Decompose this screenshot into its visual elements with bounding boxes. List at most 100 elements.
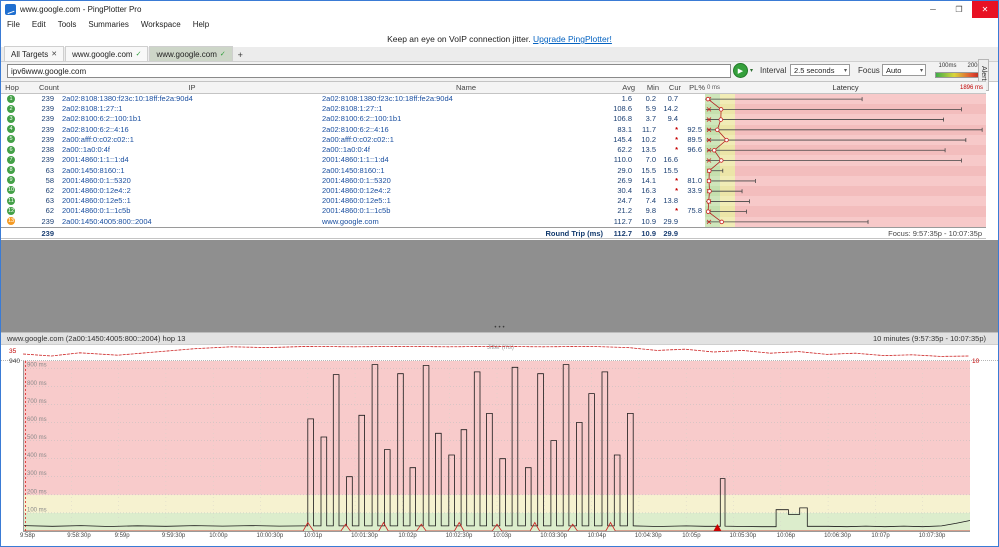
hop-status-icon: 5 (7, 135, 15, 144)
count-cell: 58 (45, 175, 54, 185)
menu-tools[interactable]: Tools (52, 20, 83, 29)
time-axis-labels: 9:58p 9:58:30p 9:59p 9:59:30p 10:00p 10:00:30… (1, 533, 998, 543)
tab-www-google-com-1[interactable]: www.google.com ✓ (65, 46, 149, 61)
name-cell: 2a00::1a0:0:4f (322, 145, 370, 155)
timeline-header: www.google.com (2a00:1450:4005:800::2004… (1, 332, 998, 345)
tab-status-icon: ✓ (135, 51, 142, 58)
legend-low-label: 100ms (938, 63, 957, 69)
ip-cell: 2001:4860:1:1::1:d4 (62, 155, 129, 165)
avg-cell: 62.2 (617, 145, 632, 155)
target-input[interactable] (7, 64, 731, 78)
latency-axis-max: 940 (9, 358, 20, 365)
hop-cell: 11 (1, 196, 23, 206)
name-cell: 2a02:8100:6:2::100:1b1 (322, 114, 402, 124)
focus-label: Focus (858, 66, 880, 75)
avg-cell: 108.6 (613, 104, 632, 114)
pingplotter-window: www.google.com - PingPlotter Pro ─ ❐ ✕ F… (0, 0, 999, 547)
avg-cell: 83.1 (617, 124, 632, 134)
ip-cell: 2a00:1450:8160::1 (62, 165, 125, 175)
time-axis-label: 10:00p (209, 533, 228, 539)
cur-cell: * (675, 175, 678, 185)
loss-axis-max: 10 (972, 358, 980, 365)
upgrade-link[interactable]: Upgrade PingPlotter! (533, 34, 612, 44)
avg-cell: 30.4 (617, 185, 632, 195)
jitter-chart (23, 346, 969, 357)
tab-all-targets-0[interactable]: All Targets ✕ (4, 46, 65, 61)
start-trace-button[interactable]: ▶ (733, 63, 748, 78)
cur-cell: * (675, 124, 678, 134)
svg-text:300 ms: 300 ms (27, 471, 47, 477)
tab-label: www.google.com (72, 49, 133, 59)
column-header-name[interactable]: Name (319, 82, 610, 94)
pl-cell: 92.5 (687, 124, 702, 134)
cur-cell: 29.9 (663, 216, 678, 226)
column-header-min[interactable]: Min (635, 82, 662, 94)
name-cell: 2a00:1450:8160::1 (322, 165, 385, 175)
count-cell: 239 (41, 216, 54, 226)
column-header-count[interactable]: Count (23, 82, 64, 94)
time-axis-label: 10:06p (776, 533, 796, 539)
avg-cell: 110.0 (613, 155, 632, 165)
cur-cell: 13.8 (663, 196, 678, 206)
menu-file[interactable]: File (1, 20, 26, 29)
avg-cell: 29.0 (617, 165, 632, 175)
menu-workspace[interactable]: Workspace (135, 20, 187, 29)
name-cell: 2001:4860:0:1::1c5b (322, 206, 391, 216)
menu-help[interactable]: Help (187, 20, 215, 29)
panel-splitter[interactable]: ••• (1, 240, 998, 332)
time-axis-label: 10:07p (871, 533, 890, 539)
min-cell: 5.9 (645, 104, 656, 114)
summary-label: Round Trip (ms) (545, 229, 604, 238)
menu-edit[interactable]: Edit (26, 20, 52, 29)
latency-time-chart[interactable]: 100 ms 200 ms 300 ms 400 ms 500 ms 600 ms 700 … (23, 361, 970, 532)
summary-cur: 29.9 (663, 229, 678, 238)
summary-avg: 112.7 (613, 229, 632, 238)
min-cell: 7.0 (645, 155, 656, 165)
column-header-hop[interactable]: Hop (1, 82, 23, 94)
time-axis-label: 10:02p (398, 533, 417, 539)
new-tab-button[interactable]: + (234, 48, 247, 61)
cur-cell: 0.7 (667, 94, 678, 103)
cur-cell: 15.5 (663, 165, 678, 175)
menu-summaries[interactable]: Summaries (82, 20, 134, 29)
hop-cell: 13 (1, 217, 23, 227)
pl-cell: 81.0 (687, 175, 702, 185)
name-cell: 2a02:8100:6:2::4:16 (322, 124, 389, 134)
pl-cell: 89.5 (687, 134, 702, 144)
hop-status-icon: 8 (7, 166, 15, 175)
pl-cell (681, 166, 705, 176)
column-header-pl[interactable]: PL% (681, 82, 708, 94)
minimize-button[interactable]: ─ (920, 1, 946, 18)
hop-cell: 6 (1, 145, 23, 155)
time-axis-label: 9:58:30p (67, 533, 91, 539)
column-header-ip[interactable]: IP (59, 82, 322, 94)
column-header-avg[interactable]: Avg (607, 82, 638, 94)
svg-text:800 ms: 800 ms (27, 381, 47, 387)
svg-text:500 ms: 500 ms (27, 435, 47, 441)
min-cell: 14.1 (641, 175, 656, 185)
cur-cell: 16.6 (663, 155, 678, 165)
hop-cell: 5 (1, 135, 23, 145)
controls-bar: ▶ ▾ Interval 2.5 seconds Focus Auto 100m… (1, 62, 998, 82)
latency-column-header: 0 ms Latency 1896 ms (705, 82, 986, 94)
ip-cell: 2a02:8100:6:2::4:16 (62, 124, 129, 134)
cur-cell: * (675, 185, 678, 195)
close-button[interactable]: ✕ (972, 1, 998, 18)
time-axis-label: 10:03:30p (540, 533, 567, 539)
maximize-button[interactable]: ❐ (946, 1, 972, 18)
interval-select[interactable]: 2.5 seconds (790, 64, 850, 77)
splitter-grip-icon[interactable]: ••• (1, 325, 998, 331)
time-axis-label: 9:59p (114, 533, 130, 539)
start-options-caret-icon[interactable]: ▾ (750, 67, 753, 74)
focus-select[interactable]: Auto (882, 64, 926, 77)
timeline-target-text: www.google.com (2a00:1450:4005:800::2004… (7, 334, 186, 343)
ip-cell: 2a02:8108:1:27::1 (62, 104, 123, 114)
tab-www-google-com-2[interactable]: www.google.com ✓ (149, 46, 233, 61)
hop-status-icon: 6 (7, 145, 15, 154)
hop-status-icon: 9 (7, 176, 15, 185)
count-cell: 239 (41, 155, 54, 165)
svg-text:900 ms: 900 ms (27, 363, 47, 369)
cur-cell: * (675, 206, 678, 216)
tab-close-icon[interactable]: ✕ (51, 50, 57, 58)
pl-cell (681, 114, 705, 124)
